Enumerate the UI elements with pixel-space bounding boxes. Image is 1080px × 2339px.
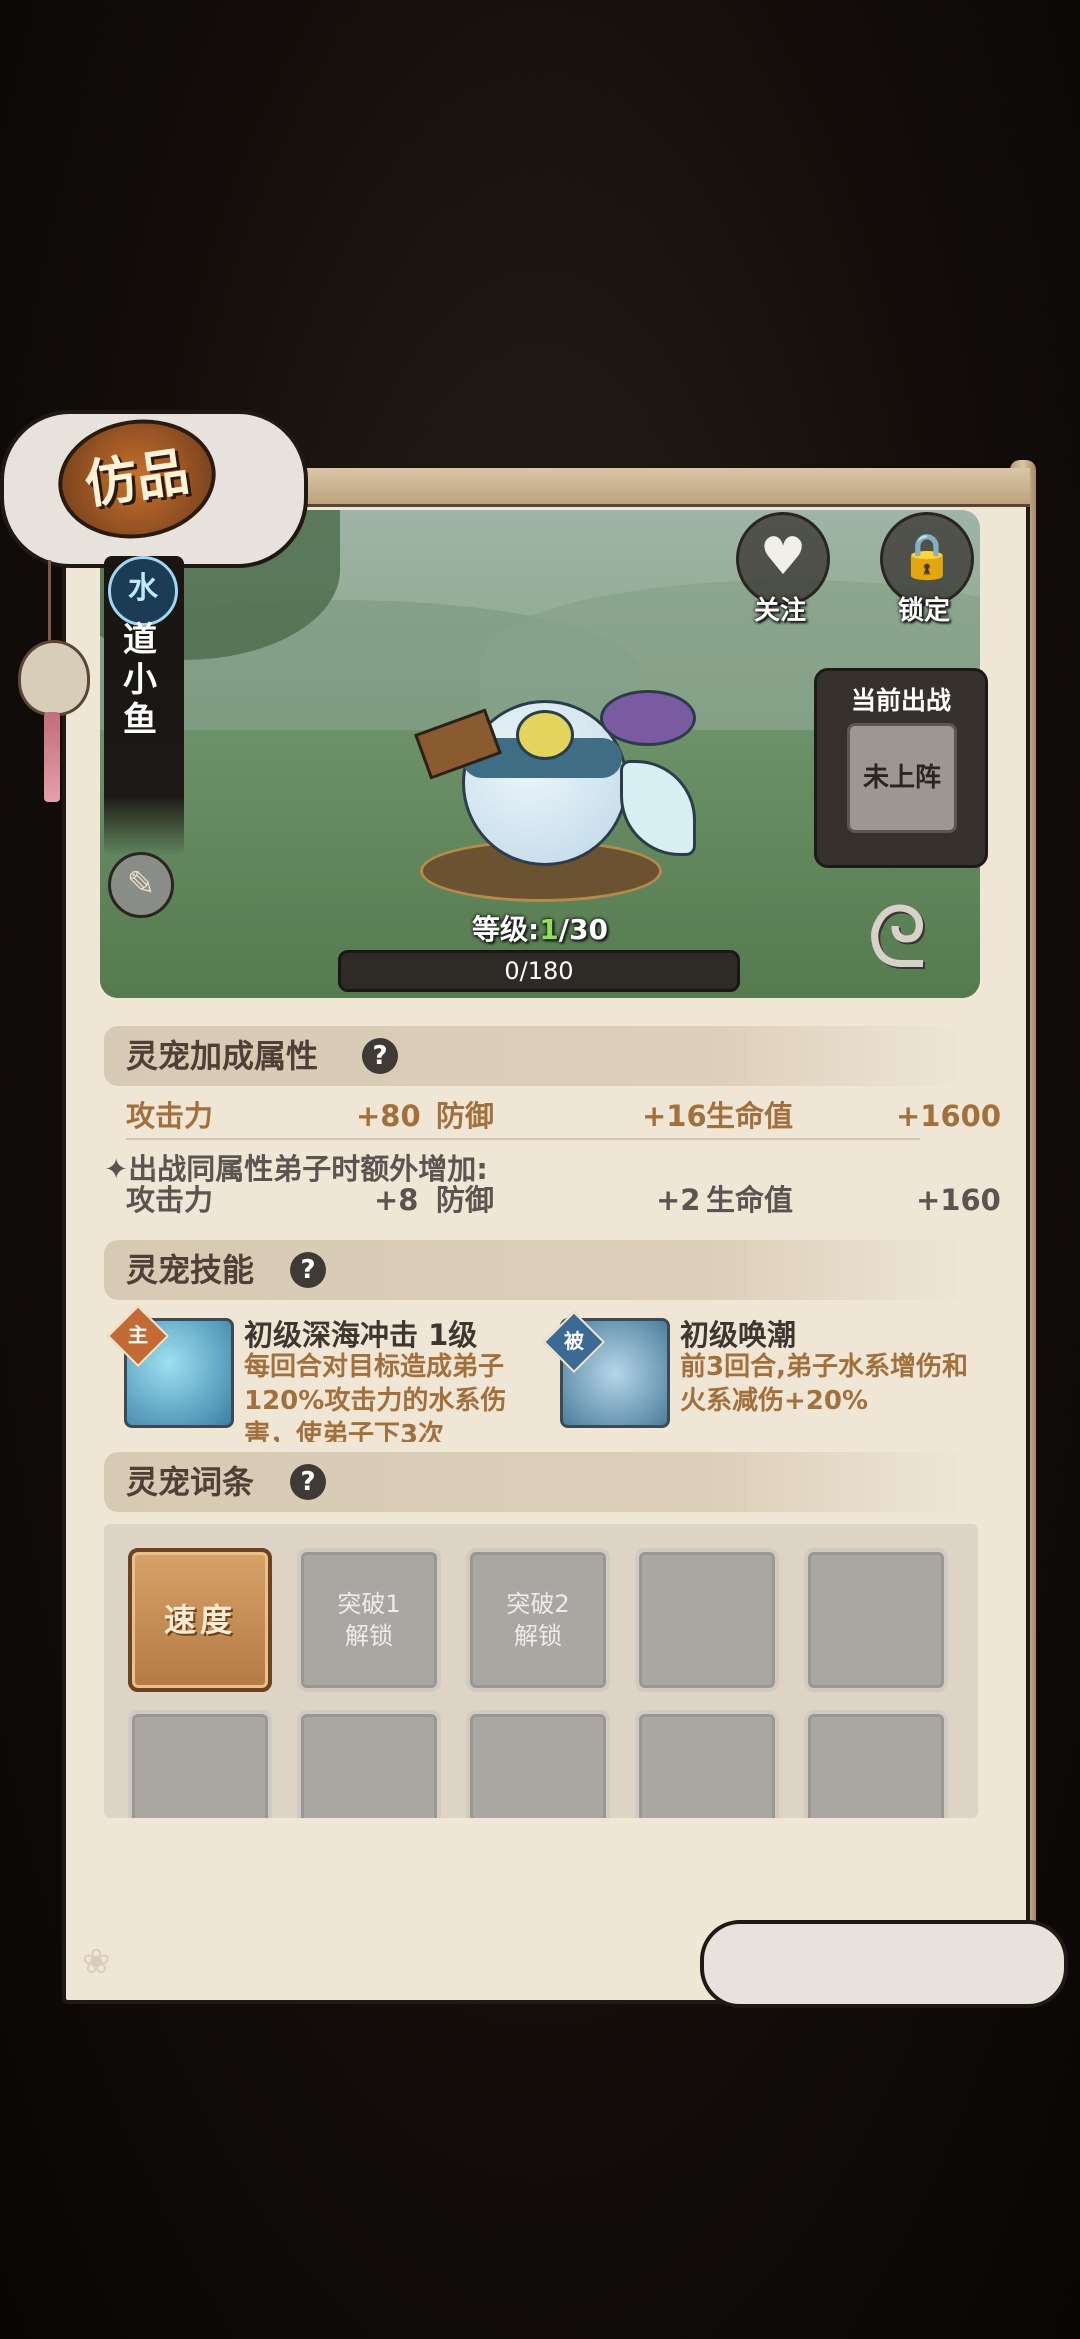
affix-grid: 速度 突破1 解锁 突破2 解锁 — [104, 1524, 978, 1818]
affix-slot[interactable]: 速度 — [128, 1548, 272, 1692]
affix-slot[interactable] — [297, 1710, 441, 1818]
affix-slot[interactable] — [804, 1548, 948, 1692]
cloud-decoration — [700, 1920, 1068, 2008]
attr-value: +2 — [656, 1183, 701, 1217]
current-deploy-box: 当前出战 未上阵 — [814, 668, 988, 868]
attr-value: +160 — [916, 1183, 1001, 1217]
follow-label: 关注 — [753, 596, 806, 626]
lock-label: 锁定 — [897, 596, 950, 626]
affix-slot[interactable]: 突破2 解锁 — [466, 1548, 610, 1692]
skills-header: 灵宠技能 ? — [104, 1240, 970, 1300]
help-icon[interactable]: ? — [362, 1038, 398, 1074]
skill-description: 前3回合,弟子水系增伤和火系减伤+20% — [680, 1352, 968, 1416]
skill-description: 每回合对目标造成弟子120%攻击力的水系伤害，使弟子下3次 — [244, 1352, 507, 1442]
attr-value: +16 — [642, 1099, 707, 1133]
attr-label: 攻击力 — [126, 1183, 214, 1217]
pet-eye — [516, 710, 574, 760]
skill-name: 初级唤潮 — [680, 1318, 797, 1352]
attr-label: 生命值 — [706, 1099, 794, 1133]
affix-slot[interactable] — [804, 1710, 948, 1818]
affix-slot[interactable] — [635, 1710, 779, 1818]
attr-label: 防御 — [436, 1183, 495, 1217]
rename-button[interactable]: ✎ — [108, 852, 174, 918]
attr-value: +1600 — [896, 1099, 1002, 1133]
attr-label: 攻击力 — [126, 1099, 214, 1133]
affix-slot[interactable] — [466, 1710, 610, 1818]
scroll-top-bar — [270, 468, 1030, 507]
attr-label: 防御 — [436, 1099, 495, 1133]
pet-hat — [600, 690, 696, 746]
pet-name: 道小鱼 — [123, 620, 157, 740]
attributes-title: 灵宠加成属性 — [126, 1037, 319, 1075]
element-badge: 水 — [108, 556, 178, 626]
affix-slot[interactable] — [128, 1710, 272, 1818]
affix-slot[interactable] — [635, 1548, 779, 1692]
brush-icon: ✎ — [126, 864, 156, 904]
xp-text: 0/180 — [504, 957, 574, 985]
charm-string — [48, 560, 51, 650]
attributes-header: 灵宠加成属性 ? — [104, 1026, 970, 1086]
affixes-title: 灵宠词条 — [126, 1463, 255, 1501]
paw-print-icon: ❀ — [82, 1942, 111, 1982]
attribute-row: 攻击力 +8 防御 +2 生命值 +160 — [126, 1180, 1001, 1220]
attr-label: 生命值 — [706, 1183, 794, 1217]
attr-value: +8 — [374, 1183, 419, 1217]
divider — [126, 1138, 920, 1140]
charm-tassel — [44, 712, 60, 802]
xp-bar: 0/180 — [338, 950, 740, 992]
charm-ornament — [18, 640, 90, 716]
attribute-row: 攻击力 +80 防御 +16 生命值 +1600 — [126, 1096, 1001, 1136]
level-text: 等级:1/30 — [472, 913, 608, 946]
deploy-slot[interactable]: 未上阵 — [847, 723, 957, 833]
deploy-status: 未上阵 — [862, 763, 941, 793]
deploy-title: 当前出战 — [850, 686, 951, 715]
skills-title: 灵宠技能 — [126, 1251, 255, 1289]
skill-name: 初级深海冲击 1级 — [244, 1318, 478, 1352]
affixes-header: 灵宠词条 ? — [104, 1452, 970, 1512]
help-icon[interactable]: ? — [290, 1252, 326, 1288]
help-icon[interactable]: ? — [290, 1464, 326, 1500]
swirl-icon[interactable]: ᘓ — [852, 888, 942, 988]
affix-slot[interactable]: 突破1 解锁 — [297, 1548, 441, 1692]
attr-value: +80 — [356, 1099, 421, 1133]
